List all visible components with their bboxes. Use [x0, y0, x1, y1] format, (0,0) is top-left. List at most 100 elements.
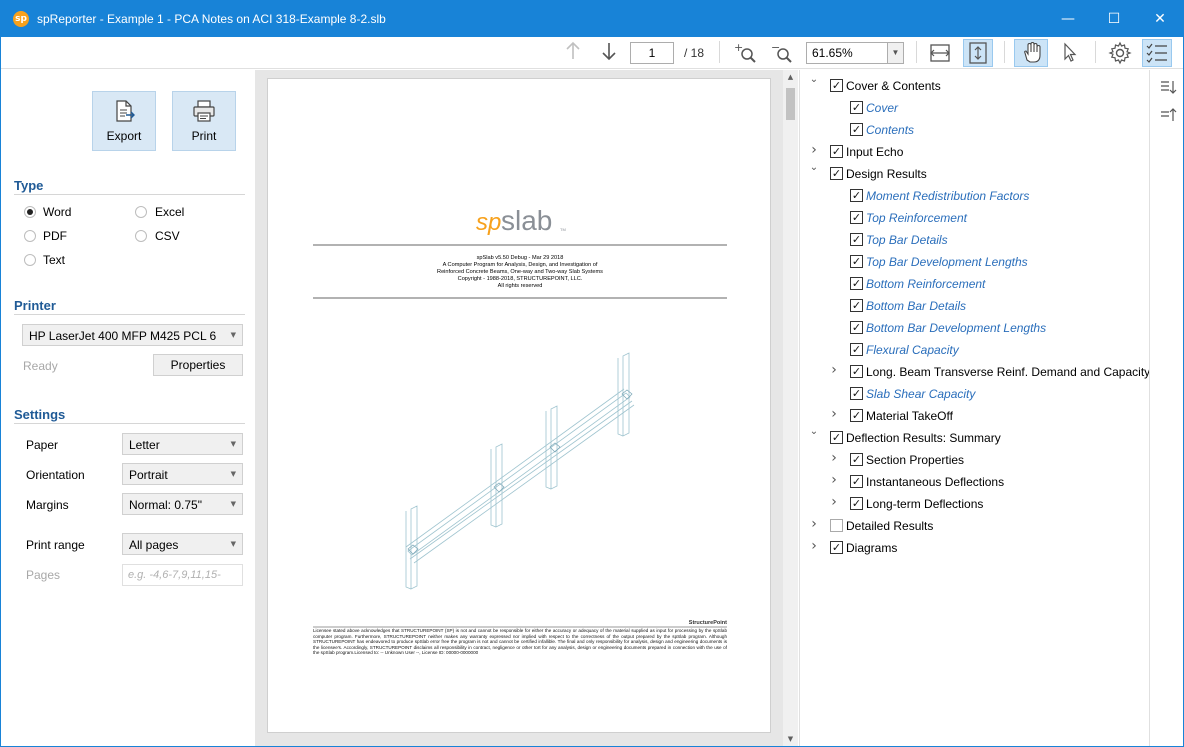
zoom-out-icon[interactable]: −	[768, 41, 794, 65]
scroll-down-icon[interactable]: ▼	[783, 732, 798, 746]
scroll-up-icon[interactable]: ▲	[783, 70, 798, 84]
tree-row[interactable]: › ✓ Long-term Deflections	[800, 494, 1148, 514]
tree-row[interactable]: › ✓ Input Echo	[800, 142, 1148, 162]
chevron-right-icon[interactable]: ›	[828, 494, 840, 510]
arrow-down-icon[interactable]	[598, 41, 620, 65]
tree-checkbox[interactable]: ✓	[850, 233, 863, 246]
tree-row[interactable]: ⌄ ✓ Cover & Contents	[800, 74, 1148, 96]
tree-row[interactable]: ✓ Slab Shear Capacity	[800, 384, 1148, 404]
tree-row[interactable]: ✓ Bottom Reinforcement	[800, 274, 1148, 294]
close-button[interactable]: ✕	[1137, 1, 1183, 37]
pages-input[interactable]: e.g. -4,6-7,9,11,15-	[122, 564, 243, 586]
print-range-select[interactable]: All pages ▼	[122, 533, 243, 555]
chevron-right-icon[interactable]: ›	[828, 362, 840, 378]
tree-row[interactable]: ✓ Bottom Bar Details	[800, 296, 1148, 316]
tree-checkbox[interactable]: ✓	[850, 211, 863, 224]
tree-checkbox[interactable]: ✓	[830, 431, 843, 444]
tree-checkbox[interactable]: ✓	[850, 453, 863, 466]
zoom-in-icon[interactable]: +	[732, 41, 758, 65]
tree-row[interactable]: › Detailed Results	[800, 516, 1148, 536]
tree-checkbox[interactable]: ✓	[850, 321, 863, 334]
tree-row[interactable]: ✓ Bottom Bar Development Lengths	[800, 318, 1148, 338]
arrow-up-icon[interactable]	[562, 41, 584, 65]
sort-ascending-icon[interactable]	[1159, 106, 1177, 124]
chevron-down-icon[interactable]: ▼	[887, 43, 903, 63]
paper-select[interactable]: Letter ▼	[122, 433, 243, 455]
tree-row[interactable]: ⌄ ✓ Deflection Results: Summary	[800, 426, 1148, 448]
tree-checkbox[interactable]: ✓	[850, 255, 863, 268]
tree-checkbox[interactable]	[830, 519, 843, 532]
tree-row[interactable]: ⌄ ✓ Design Results	[800, 162, 1148, 184]
checklist-icon[interactable]	[1142, 39, 1172, 67]
tree-row[interactable]: ✓ Top Reinforcement	[800, 208, 1148, 228]
chevron-right-icon[interactable]: ›	[808, 538, 820, 554]
orientation-select[interactable]: Portrait ▼	[122, 463, 243, 485]
app-logo-icon: sp	[13, 11, 29, 27]
chevron-right-icon[interactable]: ›	[828, 406, 840, 422]
radio-csv[interactable]	[135, 230, 147, 242]
tree-row[interactable]: › ✓ Diagrams	[800, 538, 1148, 558]
tree-row[interactable]: › ✓ Material TakeOff	[800, 406, 1148, 426]
chevron-down-icon[interactable]: ⌄	[808, 74, 820, 85]
print-label: Print	[191, 129, 217, 143]
properties-button[interactable]: Properties	[153, 354, 243, 376]
page-number-input[interactable]: 1	[630, 42, 674, 64]
tree-checkbox[interactable]: ✓	[850, 277, 863, 290]
tree-checkbox[interactable]: ✓	[850, 101, 863, 114]
tree-row[interactable]: ✓ Cover	[800, 98, 1148, 118]
vertical-scrollbar[interactable]: ▲ ▼	[783, 70, 798, 746]
chevron-down-icon: ▼	[230, 440, 236, 448]
tree-row[interactable]: › ✓ Instantaneous Deflections	[800, 472, 1148, 492]
document-preview-area[interactable]: sp slab TM spSlab v5.50 Debug - Mar 29 2…	[255, 70, 798, 746]
tree-checkbox[interactable]: ✓	[830, 79, 843, 92]
maximize-button[interactable]: ☐	[1091, 1, 1137, 37]
chevron-right-icon[interactable]: ›	[828, 472, 840, 488]
fit-page-icon[interactable]	[963, 39, 993, 67]
chevron-down-icon[interactable]: ⌄	[808, 426, 820, 437]
tree-row[interactable]: ✓ Top Bar Development Lengths	[800, 252, 1148, 272]
tree-checkbox[interactable]: ✓	[830, 541, 843, 554]
tree-checkbox[interactable]: ✓	[850, 365, 863, 378]
tree-row[interactable]: ✓ Moment Redistribution Factors	[800, 186, 1148, 206]
tree-checkbox[interactable]: ✓	[830, 167, 843, 180]
chevron-right-icon[interactable]: ›	[808, 142, 820, 158]
chevron-down-icon[interactable]: ⌄	[808, 162, 820, 173]
logo-slab: slab	[501, 205, 552, 236]
tree-checkbox[interactable]: ✓	[850, 299, 863, 312]
pointer-icon[interactable]	[1058, 41, 1080, 65]
tree-row[interactable]: ✓ Top Bar Details	[800, 230, 1148, 250]
tree-checkbox[interactable]: ✓	[850, 123, 863, 136]
export-button[interactable]: Export	[92, 91, 156, 151]
fit-width-icon[interactable]	[927, 41, 953, 65]
tree-checkbox[interactable]: ✓	[850, 409, 863, 422]
tree-row[interactable]: ✓ Flexural Capacity	[800, 340, 1148, 360]
zoom-select[interactable]: 61.65% ▼	[806, 42, 904, 64]
tree-row[interactable]: ✓ Contents	[800, 120, 1148, 140]
tree-checkbox[interactable]: ✓	[850, 387, 863, 400]
hand-icon[interactable]	[1014, 39, 1048, 67]
radio-excel[interactable]	[135, 206, 147, 218]
radio-pdf[interactable]	[24, 230, 36, 242]
sort-descending-icon[interactable]	[1159, 78, 1177, 96]
tree-row[interactable]: › ✓ Long. Beam Transverse Reinf. Demand an…	[800, 362, 1150, 382]
tree-node-label: Contents	[866, 123, 915, 137]
scroll-thumb[interactable]	[786, 88, 795, 120]
gear-icon[interactable]	[1107, 41, 1133, 65]
tree-checkbox[interactable]: ✓	[850, 475, 863, 488]
tree-checkbox[interactable]: ✓	[830, 145, 843, 158]
chevron-right-icon[interactable]: ›	[808, 516, 820, 532]
chevron-right-icon[interactable]: ›	[828, 450, 840, 466]
tree-checkbox[interactable]: ✓	[850, 189, 863, 202]
margins-select[interactable]: Normal: 0.75" ▼	[122, 493, 243, 515]
tree-row[interactable]: › ✓ Section Properties	[800, 450, 1148, 470]
checkmark-icon: ✓	[831, 541, 842, 554]
minimize-button[interactable]: —	[1045, 1, 1091, 37]
printer-select[interactable]: HP LaserJet 400 MFP M425 PCL 6 ▼	[22, 324, 243, 346]
tree-checkbox[interactable]: ✓	[850, 343, 863, 356]
title-bar: sp spReporter - Example 1 - PCA Notes on…	[1, 1, 1183, 37]
logo-sp: sp	[476, 209, 501, 236]
tree-checkbox[interactable]: ✓	[850, 497, 863, 510]
radio-word[interactable]	[24, 206, 36, 218]
print-button[interactable]: Print	[172, 91, 236, 151]
radio-text[interactable]	[24, 254, 36, 266]
